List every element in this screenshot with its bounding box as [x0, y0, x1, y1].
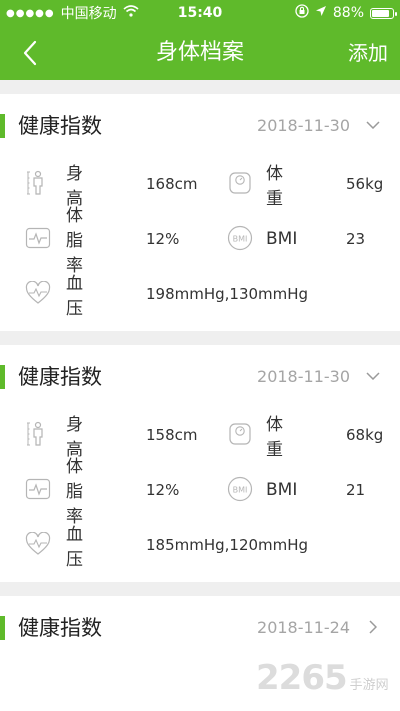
bodyfat-label: 体脂率: [66, 457, 83, 527]
section-divider: [0, 331, 400, 345]
back-button[interactable]: [12, 33, 48, 73]
weight-value: 68kg: [346, 425, 384, 444]
accent-bar: [0, 365, 5, 389]
scale-icon: [226, 169, 254, 197]
metric-row: 身高 168cm 体重 56kg: [0, 156, 400, 211]
svg-text:BMI: BMI: [233, 235, 248, 244]
person-height-icon: [24, 420, 52, 448]
bp-value: 185mmHg,120mmHg: [146, 535, 309, 554]
metric-row: 体脂率 12% BMI BMI 21: [0, 457, 400, 527]
record-title: 健康指数: [18, 114, 102, 138]
bmi-value: 21: [346, 480, 366, 499]
status-bar: ●●●●● 中国移动 15:40 88%: [0, 0, 400, 26]
record-card: 健康指数 2018-11-30 身高 158cm 体重 68kg 体脂率 12%…: [0, 345, 400, 582]
weight-value: 56kg: [346, 174, 384, 193]
svg-text:BMI: BMI: [233, 486, 248, 495]
record-header[interactable]: 健康指数 2018-11-24: [0, 596, 400, 658]
record-header[interactable]: 健康指数 2018-11-30: [0, 94, 400, 156]
weight-label: 体重: [266, 163, 283, 209]
record-card: 健康指数 2018-11-30 身高 168cm 体重 56kg 体脂率 12%…: [0, 94, 400, 331]
page-title: 身体档案: [155, 40, 244, 65]
metric-row: 体脂率 12% BMI BMI 23: [0, 206, 400, 276]
bmi-label: BMI: [266, 479, 298, 500]
record-date: 2018-11-24: [257, 617, 350, 637]
heart-pulse-icon: [24, 279, 52, 307]
accent-bar: [0, 616, 5, 640]
rotation-lock-icon: [295, 4, 309, 22]
wifi-icon: [123, 5, 139, 21]
battery-fill: [372, 9, 389, 17]
record-date: 2018-11-30: [257, 366, 350, 386]
height-value: 158cm: [146, 425, 198, 444]
metric-row: 血压 198mmHg,130mmHg: [0, 266, 400, 321]
section-divider: [0, 80, 400, 94]
chevron-right-icon[interactable]: [358, 612, 388, 642]
status-time: 15:40: [177, 5, 223, 21]
bmi-icon: BMI: [226, 224, 254, 252]
nav-bar: 身体档案 添加: [0, 26, 400, 80]
battery-percent: 88%: [332, 5, 364, 21]
scale-icon: [226, 420, 254, 448]
signal-icon: ●●●●●: [6, 7, 55, 19]
weight-label: 体重: [266, 414, 283, 460]
person-height-icon: [24, 169, 52, 197]
bodyfat-label: 体脂率: [66, 206, 83, 276]
bodyfat-value: 12%: [146, 229, 180, 248]
watermark-logo: 2265 手游网: [256, 655, 396, 701]
location-icon: [315, 5, 327, 21]
chevron-left-icon: [23, 40, 37, 66]
chevron-down-icon[interactable]: [358, 110, 388, 140]
accent-bar: [0, 114, 5, 138]
record-header[interactable]: 健康指数 2018-11-30: [0, 345, 400, 407]
battery-icon: [370, 7, 397, 19]
height-value: 168cm: [146, 174, 198, 193]
metric-row: 血压 185mmHg,120mmHg: [0, 517, 400, 572]
section-divider: [0, 582, 400, 596]
watermark-number: 2265: [256, 658, 348, 698]
chevron-down-icon[interactable]: [358, 361, 388, 391]
bmi-value: 23: [346, 229, 366, 248]
bp-label: 血压: [66, 524, 83, 570]
carrier-label: 中国移动: [60, 6, 117, 22]
record-card: 健康指数 2018-11-24: [0, 596, 400, 658]
record-title: 健康指数: [18, 365, 102, 389]
watermark-suffix: 手游网: [349, 677, 389, 693]
bodyfat-value: 12%: [146, 480, 180, 499]
metric-row: 身高 158cm 体重 68kg: [0, 407, 400, 462]
bp-label: 血压: [66, 273, 83, 319]
record-date: 2018-11-30: [257, 115, 350, 135]
heart-pulse-icon: [24, 530, 52, 558]
heartbeat-monitor-icon: [24, 224, 52, 252]
heartbeat-monitor-icon: [24, 475, 52, 503]
bp-value: 198mmHg,130mmHg: [146, 284, 309, 303]
add-button[interactable]: 添加: [348, 26, 388, 80]
record-title: 健康指数: [18, 616, 102, 640]
records-list: 健康指数 2018-11-30 身高 168cm 体重 56kg 体脂率 12%…: [0, 80, 400, 711]
bmi-label: BMI: [266, 228, 298, 249]
bmi-icon: BMI: [226, 475, 254, 503]
